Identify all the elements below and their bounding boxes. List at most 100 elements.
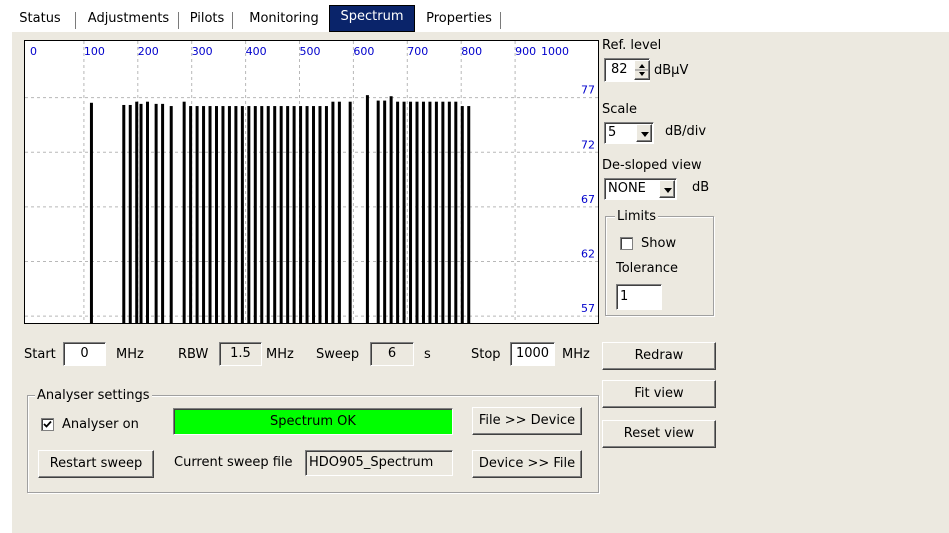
spectrum-bar xyxy=(460,106,464,323)
spectrum-bar xyxy=(182,101,186,323)
tab-pilots[interactable]: Pilots xyxy=(181,9,233,31)
spectrum-bar xyxy=(421,101,425,323)
spectrum-bar xyxy=(128,104,132,323)
spectrum-bar xyxy=(286,106,290,323)
ref-level-spinner[interactable] xyxy=(634,60,650,80)
spectrum-bar xyxy=(305,106,309,323)
tolerance-label: Tolerance xyxy=(616,261,678,276)
spectrum-bar xyxy=(214,106,218,323)
y-tick-label: 72 xyxy=(581,138,595,151)
stop-unit: MHz xyxy=(562,347,590,362)
desloped-select[interactable]: NONE xyxy=(604,178,677,200)
desloped-label: De-sloped view xyxy=(602,158,702,173)
analyser-on-checkbox[interactable] xyxy=(41,418,54,431)
spectrum-bar xyxy=(324,106,328,323)
x-tick-label: 800 xyxy=(461,45,482,58)
spectrum-bar xyxy=(402,101,406,323)
chevron-down-icon[interactable] xyxy=(636,124,652,142)
limits-group-label: Limits xyxy=(615,209,658,224)
tab-properties[interactable]: Properties xyxy=(417,9,501,31)
spectrum-bar xyxy=(396,101,400,323)
spectrum-bar xyxy=(253,106,257,323)
sweep-label: Sweep xyxy=(316,347,360,362)
start-input[interactable]: 0 xyxy=(63,342,106,366)
tab-adjustments[interactable]: Adjustments xyxy=(78,9,179,31)
spectrum-bar xyxy=(415,101,419,323)
rbw-label: RBW xyxy=(178,347,209,362)
spectrum-bar xyxy=(234,106,238,323)
file-to-device-button[interactable]: File >> Device xyxy=(472,407,582,435)
spectrum-chart[interactable]: 0 100 200 300 400 500 600 700 800 900 1000 77 72 67 6… xyxy=(24,40,599,324)
restart-sweep-button[interactable]: Restart sweep xyxy=(38,450,154,478)
sweep-file-label: Current sweep file xyxy=(174,455,293,470)
spectrum-bar xyxy=(454,101,458,323)
spectrum-bar xyxy=(221,106,225,323)
spectrum-bar xyxy=(376,100,380,323)
spectrum-bar xyxy=(122,104,126,323)
reset-view-button[interactable]: Reset view xyxy=(602,420,716,448)
spectrum-bar xyxy=(146,101,150,323)
sweep-time-value: 6 xyxy=(370,342,414,366)
spectrum-bar xyxy=(189,106,193,323)
device-to-file-button[interactable]: Device >> File xyxy=(472,450,582,478)
spectrum-bar xyxy=(202,106,206,323)
x-tick-label: 0 xyxy=(30,45,37,58)
redraw-button[interactable]: Redraw xyxy=(602,342,716,370)
spectrum-bar xyxy=(447,101,451,323)
stop-label: Stop xyxy=(471,347,501,362)
spectrum-bar xyxy=(139,103,143,323)
y-tick-label: 57 xyxy=(581,302,595,315)
rbw-value: 1.5 xyxy=(219,342,262,366)
checkmark-icon xyxy=(43,420,52,428)
chevron-down-icon[interactable] xyxy=(659,180,675,198)
tab-monitoring[interactable]: Monitoring xyxy=(241,9,327,31)
spectrum-bar xyxy=(428,101,432,323)
spectrum-bar xyxy=(389,96,393,323)
spectrum-bar xyxy=(195,106,199,323)
limits-show-checkbox[interactable] xyxy=(620,237,633,250)
x-tick-label: 100 xyxy=(84,45,105,58)
x-tick-label: 200 xyxy=(138,45,159,58)
scale-label: Scale xyxy=(602,102,637,117)
x-tick-label: 700 xyxy=(407,45,428,58)
ref-level-unit: dBµV xyxy=(654,63,689,78)
spectrum-bar xyxy=(292,106,296,323)
spectrum-bar xyxy=(161,103,165,323)
spectrum-bar xyxy=(154,103,158,323)
fit-view-button[interactable]: Fit view xyxy=(602,380,716,408)
x-tick-label: 400 xyxy=(246,45,267,58)
tolerance-input[interactable]: 1 xyxy=(616,284,662,310)
spectrum-bar xyxy=(441,101,445,323)
scale-value: 5 xyxy=(608,125,617,140)
spectrum-bar xyxy=(299,106,303,323)
sweep-unit: s xyxy=(424,347,431,362)
sweep-file-value: HDO905_Spectrum xyxy=(305,450,453,476)
x-tick-label: 600 xyxy=(353,45,374,58)
scale-unit: dB/div xyxy=(665,124,707,139)
spectrum-bar xyxy=(273,106,277,323)
x-tick-label: 300 xyxy=(192,45,213,58)
analyser-on-label: Analyser on xyxy=(62,417,139,432)
spectrum-status: Spectrum OK xyxy=(173,408,453,435)
y-tick-label: 67 xyxy=(581,193,595,206)
spectrum-bar xyxy=(467,106,471,323)
spectrum-bar xyxy=(266,106,270,323)
spectrum-bar xyxy=(331,101,335,323)
spectrum-bar xyxy=(135,101,139,323)
y-tick-label: 62 xyxy=(581,247,595,260)
x-tick-label: 500 xyxy=(300,45,321,58)
stop-input[interactable]: 1000 xyxy=(510,342,555,366)
tab-spectrum[interactable]: Spectrum xyxy=(329,5,415,32)
start-unit: MHz xyxy=(116,347,144,362)
desloped-value: NONE xyxy=(608,181,646,196)
tab-status[interactable]: Status xyxy=(4,9,76,31)
spectrum-bar xyxy=(169,106,173,323)
spectrum-bar xyxy=(227,106,231,323)
spectrum-bar xyxy=(312,106,316,323)
ref-level-label: Ref. level xyxy=(602,38,662,53)
analyser-settings-label: Analyser settings xyxy=(35,388,152,403)
scale-select[interactable]: 5 xyxy=(604,122,654,144)
spectrum-bar xyxy=(337,101,341,323)
spectrum-bar xyxy=(348,101,352,323)
rbw-unit: MHz xyxy=(266,347,294,362)
